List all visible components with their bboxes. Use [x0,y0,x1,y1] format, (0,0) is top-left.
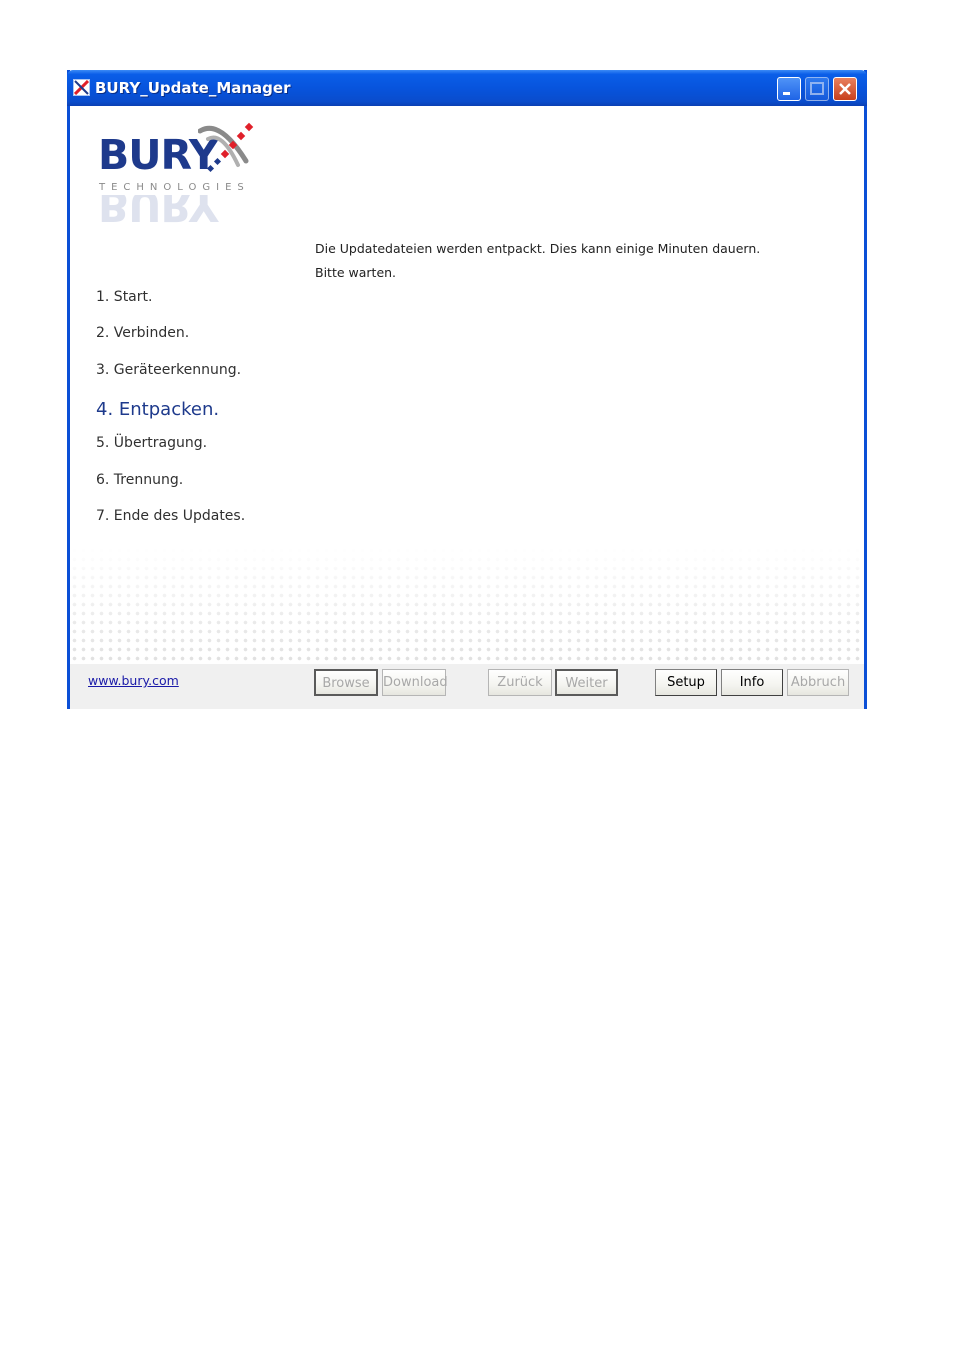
close-button[interactable] [833,77,857,101]
app-icon [73,79,90,96]
step-item-trennung: 6. Trennung. [96,472,184,488]
step-item-verbinden: 2. Verbinden. [96,325,190,341]
status-message-line-2: Bitte warten. [315,265,397,280]
setup-button[interactable]: Setup [655,669,717,696]
logo-tagline: TECHNOLOGIES [99,182,250,193]
browse-button[interactable]: Browse [314,669,378,696]
logo-x-icon [198,122,254,173]
window-title: BURY_Update_Manager [95,79,291,97]
logo-reflection: BURY [98,195,258,225]
status-message-line-1: Die Updatedateien werden entpackt. Dies … [315,241,761,256]
maximize-button[interactable] [805,77,829,101]
step-item-ende: 7. Ende des Updates. [96,508,246,524]
logo-reflection-text: BURY [98,195,218,225]
bury-logo: BURY TECHNOLOGIES BURY [98,121,268,231]
step-item-geraeteerkennung: 3. Geräteerkennung. [96,362,242,378]
minimize-button[interactable] [777,77,801,101]
maximize-icon [810,82,824,95]
title-bar[interactable]: BURY_Update_Manager [67,70,867,106]
app-window: BURY_Update_Manager BURY TECHNOLOGIES BU… [67,70,867,709]
back-button[interactable]: Zurück [488,669,552,696]
close-icon [839,83,851,95]
step-item-start: 1. Start. [96,289,153,305]
download-button[interactable]: Download [382,669,448,696]
window-content: BURY TECHNOLOGIES BURY 1. Start. 2. Verb… [70,106,864,709]
website-link[interactable]: www.bury.com [88,673,179,688]
step-item-uebertragung: 5. Übertragung. [96,435,208,451]
minimize-icon [783,92,790,95]
step-item-entpacken-active: 4. Entpacken. [96,399,220,420]
cancel-button[interactable]: Abbruch [787,669,849,696]
info-button[interactable]: Info [721,669,783,696]
next-button[interactable]: Weiter [555,669,618,696]
